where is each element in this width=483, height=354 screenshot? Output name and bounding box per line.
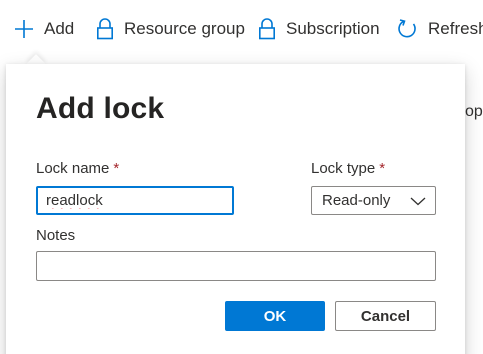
- lock-icon: [258, 18, 276, 40]
- page: Add Resource group Subscription Refresh …: [0, 0, 483, 354]
- notes-label: Notes: [36, 227, 76, 244]
- refresh-icon: [396, 18, 418, 40]
- subscription-label: Subscription: [286, 19, 380, 38]
- add-lock-dialog: Add lock Lock name* Lock type* Read-only…: [6, 64, 465, 354]
- lock-name-label: Lock name *: [36, 160, 119, 177]
- lock-icon: [96, 18, 114, 40]
- lock-name-label-text: Lock name: [36, 160, 110, 177]
- lock-name-input[interactable]: [36, 186, 234, 215]
- chevron-down-icon: [410, 194, 426, 212]
- resource-group-label: Resource group: [124, 19, 245, 38]
- command-bar: Add Resource group Subscription Refresh: [0, 0, 483, 58]
- refresh-button[interactable]: Refresh: [396, 14, 483, 44]
- required-marker: *: [113, 160, 120, 177]
- cancel-button[interactable]: Cancel: [335, 301, 436, 331]
- lock-type-dropdown[interactable]: Read-only: [311, 186, 436, 215]
- refresh-label: Refresh: [428, 19, 483, 38]
- lock-type-selected: Read-only: [322, 192, 391, 209]
- plus-icon: [14, 19, 34, 39]
- background-column-header: op: [465, 103, 483, 120]
- add-label: Add: [44, 19, 75, 38]
- subscription-button[interactable]: Subscription: [258, 14, 380, 44]
- ok-button[interactable]: OK: [225, 301, 325, 331]
- notes-input[interactable]: [36, 251, 436, 281]
- resource-group-button[interactable]: Resource group: [96, 14, 245, 44]
- dialog-title: Add lock: [36, 92, 165, 125]
- lock-type-label-text: Lock type: [311, 160, 376, 177]
- lock-type-label: Lock type *: [311, 160, 385, 177]
- add-button[interactable]: Add: [14, 14, 74, 44]
- required-marker: *: [379, 160, 386, 177]
